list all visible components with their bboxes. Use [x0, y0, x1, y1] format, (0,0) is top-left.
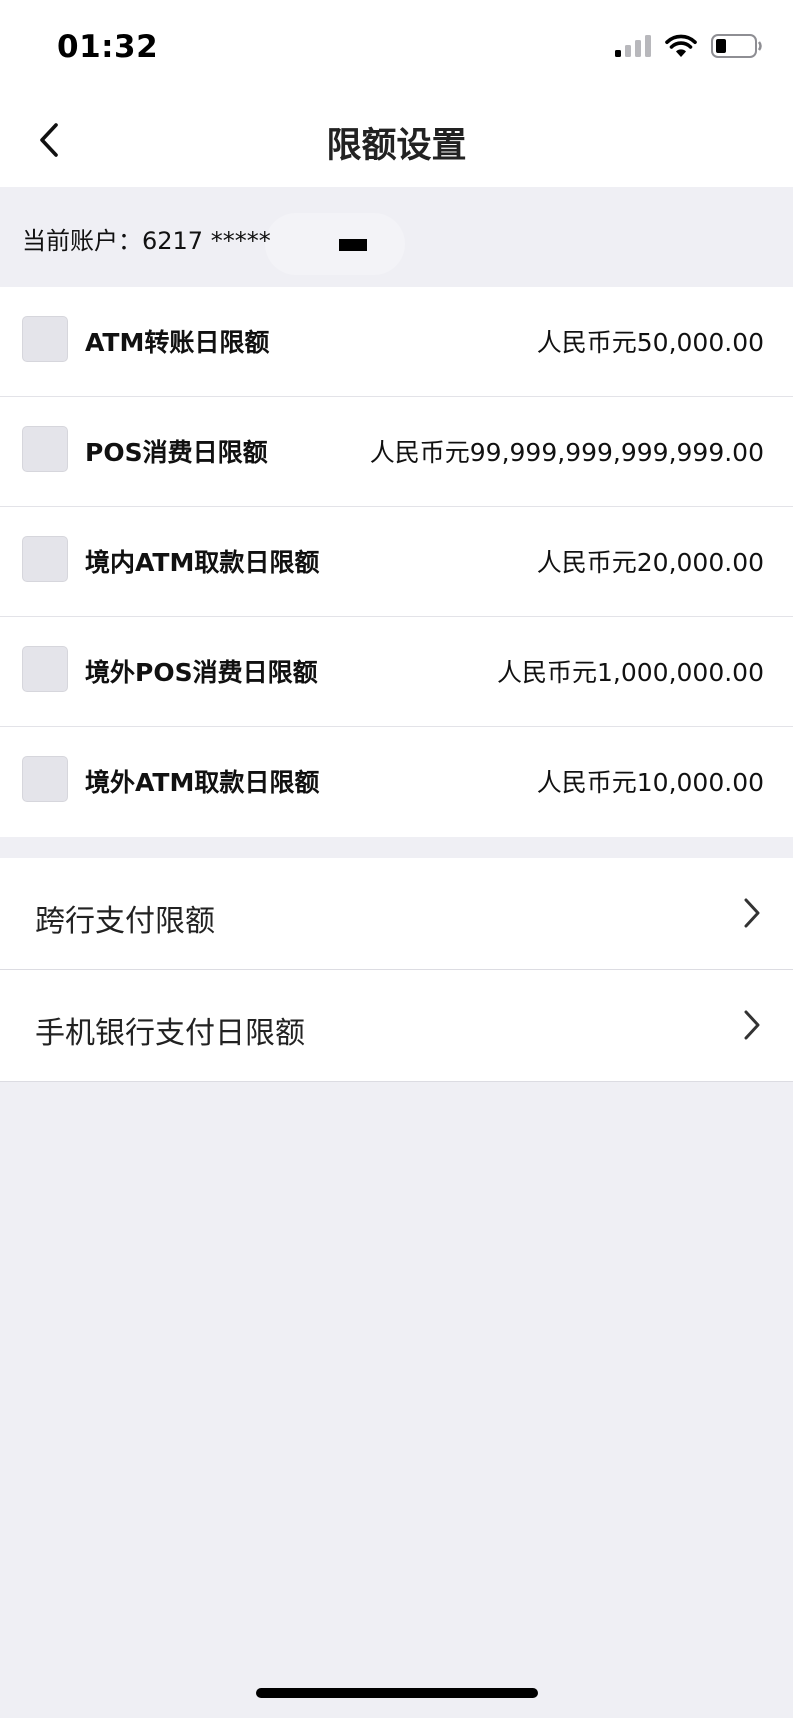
limit-label: 境内ATM取款日限额 — [85, 548, 320, 577]
cellular-signal-icon — [615, 35, 651, 57]
limit-checkbox[interactable] — [22, 316, 68, 362]
limit-checkbox[interactable] — [22, 536, 68, 582]
status-icons — [615, 34, 763, 58]
menu-item-label: 手机银行支付日限额 — [35, 1016, 305, 1051]
menu-item-label: 跨行支付限额 — [35, 904, 215, 939]
limit-label: ATM转账日限额 — [85, 328, 270, 357]
limit-row-overseas-pos-consumption[interactable]: 境外POS消费日限额 人民币元1,000,000.00 — [0, 617, 793, 727]
chevron-right-icon — [744, 1010, 760, 1040]
chevron-right-icon — [744, 898, 760, 928]
limit-checkbox[interactable] — [22, 646, 68, 692]
status-bar: 01:32 — [0, 0, 793, 95]
wifi-icon — [665, 34, 697, 57]
page-title: 限额设置 — [326, 126, 467, 166]
limit-label: 境外ATM取款日限额 — [85, 768, 320, 797]
limit-checkbox[interactable] — [22, 756, 68, 802]
limit-row-overseas-atm-withdrawal[interactable]: 境外ATM取款日限额 人民币元10,000.00 — [0, 727, 793, 837]
limit-label: 境外POS消费日限额 — [85, 658, 318, 687]
redaction-bar — [339, 239, 367, 251]
limit-value: 人民币元1,000,000.00 — [497, 658, 764, 687]
limit-row-atm-transfer[interactable]: ATM转账日限额 人民币元50,000.00 — [0, 287, 793, 397]
limit-checkbox[interactable] — [22, 426, 68, 472]
limit-row-pos-consumption[interactable]: POS消费日限额 人民币元99,999,999,999,999.00 — [0, 397, 793, 507]
home-indicator[interactable] — [256, 1688, 538, 1698]
limit-label: POS消费日限额 — [85, 438, 268, 467]
limit-value: 人民币元20,000.00 — [536, 548, 764, 577]
limits-list: ATM转账日限额 人民币元50,000.00 POS消费日限额 人民币元99,9… — [0, 287, 793, 837]
limit-value: 人民币元99,999,999,999,999.00 — [369, 438, 764, 467]
interbank-payment-limit-item[interactable]: 跨行支付限额 — [0, 858, 793, 970]
redaction-mask — [265, 213, 405, 275]
limit-value: 人民币元50,000.00 — [536, 328, 764, 357]
battery-icon — [711, 34, 762, 58]
account-bar: 当前账户：6217 ***** — [0, 187, 793, 287]
mobile-banking-daily-limit-item[interactable]: 手机银行支付日限额 — [0, 970, 793, 1082]
limit-row-domestic-atm-withdrawal[interactable]: 境内ATM取款日限额 人民币元20,000.00 — [0, 507, 793, 617]
limit-value: 人民币元10,000.00 — [536, 768, 764, 797]
navigation-bar: 限额设置 — [0, 95, 793, 187]
status-time: 01:32 — [57, 29, 159, 65]
current-account: 当前账户：6217 ***** — [22, 227, 271, 255]
payment-limits-menu: 跨行支付限额 手机银行支付日限额 — [0, 858, 793, 1082]
